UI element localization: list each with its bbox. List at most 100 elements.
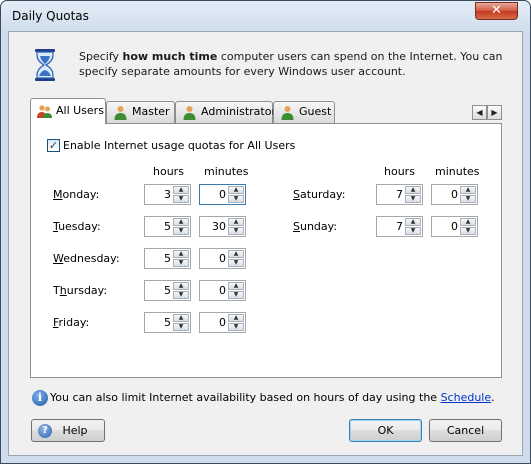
thursday-minutes-stepper[interactable]: 0 ▲ ▼ xyxy=(199,280,246,301)
monday-label: Monday: xyxy=(53,188,99,201)
spin-down-icon[interactable]: ▼ xyxy=(173,323,189,331)
thursday-hours-value[interactable]: 5 xyxy=(147,284,171,297)
spin-up-icon[interactable]: ▲ xyxy=(228,218,244,226)
hours-column-header: hours xyxy=(384,165,415,178)
wednesday-label-rest: ednesday: xyxy=(63,252,120,265)
tab-scroll-left-button[interactable]: ◀ xyxy=(472,105,487,120)
sunday-label: Sunday: xyxy=(293,220,337,233)
user-icon xyxy=(281,106,294,120)
cancel-button[interactable]: Cancel xyxy=(429,419,502,442)
enable-quotas-label[interactable]: Enable Internet usage quotas for All Use… xyxy=(63,139,295,153)
spin-up-icon[interactable]: ▲ xyxy=(460,218,476,226)
wednesday-label: Wednesday: xyxy=(53,252,120,265)
spin-up-icon[interactable]: ▲ xyxy=(405,218,421,226)
help-button-label: Help xyxy=(62,424,88,437)
tuesday-hours-value[interactable]: 5 xyxy=(147,220,171,233)
minutes-column-header: minutes xyxy=(435,165,480,178)
sunday-minutes-value[interactable]: 0 xyxy=(434,220,458,233)
wednesday-hours-value[interactable]: 5 xyxy=(147,252,171,265)
spin-down-icon[interactable]: ▼ xyxy=(173,259,189,267)
ok-button[interactable]: OK xyxy=(349,419,422,442)
intro-text: Specify how much time computer users can… xyxy=(79,49,509,79)
spin-up-icon[interactable]: ▲ xyxy=(173,218,189,226)
user-icon xyxy=(183,106,196,120)
spin-up-icon[interactable]: ▲ xyxy=(228,282,244,290)
friday-hours-stepper[interactable]: 5 ▲ ▼ xyxy=(144,312,191,333)
wednesday-hotkey: W xyxy=(53,252,64,265)
saturday-minutes-stepper[interactable]: 0 ▲ ▼ xyxy=(431,184,478,205)
tab-master[interactable]: Master xyxy=(106,101,175,123)
spin-down-icon[interactable]: ▼ xyxy=(405,227,421,235)
spin-up-icon[interactable]: ▲ xyxy=(460,186,476,194)
friday-minutes-stepper[interactable]: 0 ▲ ▼ xyxy=(199,312,246,333)
spin-down-icon[interactable]: ▼ xyxy=(228,227,244,235)
tuesday-hours-stepper[interactable]: 5 ▲ ▼ xyxy=(144,216,191,237)
schedule-hint-end: . xyxy=(491,391,495,404)
spin-up-icon[interactable]: ▲ xyxy=(173,314,189,322)
friday-minutes-value[interactable]: 0 xyxy=(202,316,226,329)
sunday-hotkey: S xyxy=(293,220,300,233)
sunday-minutes-stepper[interactable]: 0 ▲ ▼ xyxy=(431,216,478,237)
spin-down-icon[interactable]: ▼ xyxy=(228,259,244,267)
spin-up-icon[interactable]: ▲ xyxy=(173,186,189,194)
tab-all-users[interactable]: All Users xyxy=(30,98,106,124)
sunday-label-rest: unday: xyxy=(299,220,338,233)
friday-label-rest: riday: xyxy=(58,316,90,329)
enable-quotas-checkbox[interactable]: ✓ xyxy=(47,139,60,152)
thursday-hotkey: h xyxy=(59,284,67,297)
spin-down-icon[interactable]: ▼ xyxy=(228,195,244,203)
close-button[interactable]: ✕ xyxy=(475,2,518,20)
tuesday-minutes-value[interactable]: 30 xyxy=(202,220,226,233)
friday-label: Friday: xyxy=(53,316,89,329)
sunday-hours-value[interactable]: 7 xyxy=(379,220,403,233)
spin-down-icon[interactable]: ▼ xyxy=(173,291,189,299)
spin-up-icon[interactable]: ▲ xyxy=(173,250,189,258)
intro-text-bold: how much time xyxy=(122,50,218,63)
thursday-minutes-value[interactable]: 0 xyxy=(202,284,226,297)
spin-down-icon[interactable]: ▼ xyxy=(460,195,476,203)
hourglass-icon xyxy=(35,49,55,81)
wednesday-minutes-value[interactable]: 0 xyxy=(202,252,226,265)
help-button[interactable]: ? Help xyxy=(31,419,105,442)
intro-text-start: Specify xyxy=(79,50,123,63)
tab-label: Guest xyxy=(299,105,332,118)
user-icon xyxy=(114,106,127,120)
all-users-panel: ✓ Enable Internet usage quotas for All U… xyxy=(30,123,502,378)
tuesday-label: Tuesday: xyxy=(53,220,101,233)
schedule-link[interactable]: Schedule xyxy=(441,391,492,404)
spin-down-icon[interactable]: ▼ xyxy=(173,227,189,235)
saturday-hours-stepper[interactable]: 7 ▲ ▼ xyxy=(376,184,423,205)
tab-label: Master xyxy=(132,105,170,118)
spin-up-icon[interactable]: ▲ xyxy=(228,186,244,194)
spin-down-icon[interactable]: ▼ xyxy=(228,323,244,331)
tab-scroll-right-button[interactable]: ▶ xyxy=(487,105,502,120)
friday-hours-value[interactable]: 5 xyxy=(147,316,171,329)
info-icon: i xyxy=(32,390,48,406)
tuesday-minutes-stepper[interactable]: 30 ▲ ▼ xyxy=(199,216,246,237)
schedule-hint: You can also limit Internet availability… xyxy=(50,391,495,404)
tab-label: Administrator xyxy=(201,105,276,118)
monday-hours-stepper[interactable]: 3 ▲ ▼ xyxy=(144,184,191,205)
spin-up-icon[interactable]: ▲ xyxy=(228,250,244,258)
tab-administrator[interactable]: Administrator xyxy=(175,101,276,123)
spin-down-icon[interactable]: ▼ xyxy=(228,291,244,299)
monday-minutes-stepper[interactable]: 0 ▲ ▼ xyxy=(199,184,246,205)
spin-down-icon[interactable]: ▼ xyxy=(173,195,189,203)
wednesday-minutes-stepper[interactable]: 0 ▲ ▼ xyxy=(199,248,246,269)
thursday-label-rest: ursday: xyxy=(66,284,108,297)
spin-down-icon[interactable]: ▼ xyxy=(460,227,476,235)
monday-hours-value[interactable]: 3 xyxy=(147,188,171,201)
spin-up-icon[interactable]: ▲ xyxy=(173,282,189,290)
tuesday-label-rest: uesday: xyxy=(58,220,101,233)
spin-up-icon[interactable]: ▲ xyxy=(405,186,421,194)
wednesday-hours-stepper[interactable]: 5 ▲ ▼ xyxy=(144,248,191,269)
saturday-hours-value[interactable]: 7 xyxy=(379,188,403,201)
thursday-hours-stepper[interactable]: 5 ▲ ▼ xyxy=(144,280,191,301)
sunday-hours-stepper[interactable]: 7 ▲ ▼ xyxy=(376,216,423,237)
spin-up-icon[interactable]: ▲ xyxy=(228,314,244,322)
monday-minutes-value[interactable]: 0 xyxy=(202,188,226,201)
spin-down-icon[interactable]: ▼ xyxy=(405,195,421,203)
users-group-icon xyxy=(37,105,52,118)
saturday-minutes-value[interactable]: 0 xyxy=(434,188,458,201)
tab-guest[interactable]: Guest xyxy=(273,101,335,123)
